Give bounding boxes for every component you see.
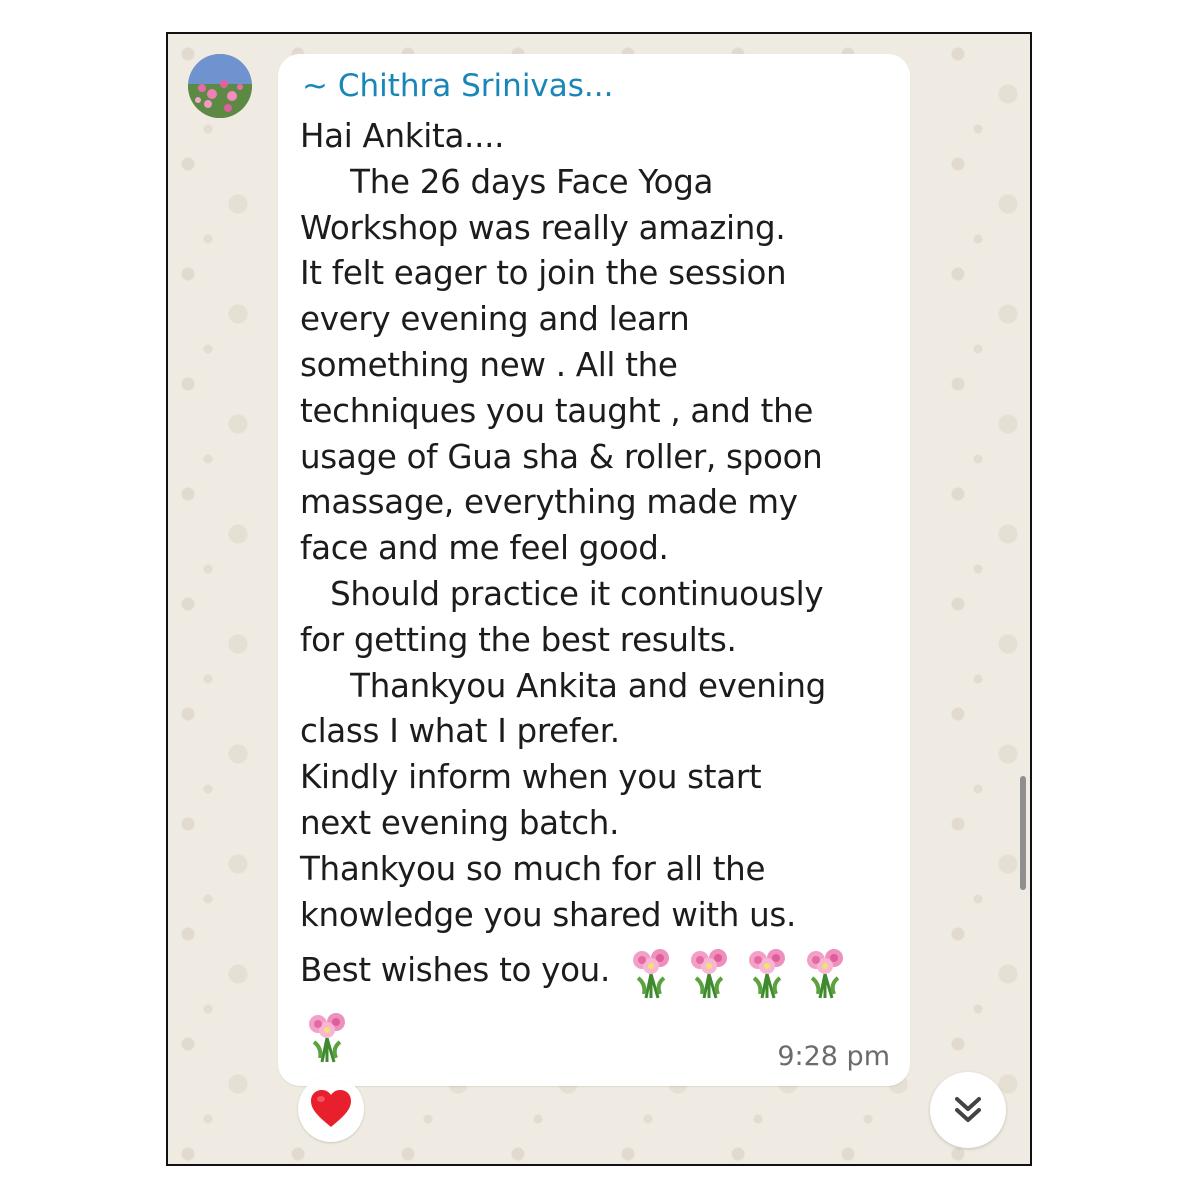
message-line: It felt eager to join the session bbox=[300, 254, 787, 293]
double-chevron-down-icon bbox=[955, 1097, 981, 1122]
message-line: Should practice it continuously bbox=[300, 574, 824, 613]
message-line: something new . All the bbox=[300, 345, 678, 384]
bouquet-icon bbox=[740, 944, 794, 1000]
message-line: Kindly inform when you start bbox=[300, 758, 762, 797]
message-line: face and me feel good. bbox=[300, 529, 669, 568]
message-line: knowledge you shared with us. bbox=[300, 895, 797, 934]
message-line: techniques you taught , and the bbox=[300, 391, 814, 430]
message-line: massage, everything made my bbox=[300, 483, 798, 522]
scroll-to-bottom-button[interactable] bbox=[930, 1072, 1006, 1148]
red-heart-icon bbox=[311, 1090, 351, 1127]
avatar-photo bbox=[188, 54, 252, 118]
message-line: next evening batch. bbox=[300, 803, 620, 842]
scrollbar-thumb[interactable] bbox=[1020, 776, 1026, 890]
message-line: Thankyou Ankita and evening bbox=[300, 666, 826, 705]
closing-line: Best wishes to you. bbox=[300, 938, 900, 999]
message-line: for getting the best results. bbox=[300, 620, 737, 659]
message-line: Workshop was really amazing. bbox=[300, 208, 786, 247]
bouquet-icon bbox=[300, 1008, 354, 1064]
message-line: Thankyou so much for all the bbox=[300, 849, 766, 888]
bouquet-icon bbox=[798, 944, 852, 1000]
message-line: The 26 days Face Yoga bbox=[300, 162, 714, 201]
bouquet-icon bbox=[624, 944, 678, 1000]
sender-name[interactable]: ~ Chithra Srinivas... bbox=[302, 68, 613, 104]
message-line: usage of Gua sha & roller, spoon bbox=[300, 437, 823, 476]
message-line: class I what I prefer. bbox=[300, 712, 620, 751]
message-timestamp: 9:28 pm bbox=[777, 1041, 890, 1072]
message-bubble[interactable]: ~ Chithra Srinivas... Hai Ankita.... The… bbox=[278, 54, 910, 1086]
bouquet-icon bbox=[682, 944, 736, 1000]
closing-text: Best wishes to you. bbox=[300, 951, 611, 990]
reaction-badge[interactable] bbox=[298, 1076, 364, 1142]
message-line: Hai Ankita.... bbox=[300, 117, 505, 155]
message-text: Hai Ankita.... The 26 days Face Yoga Wor… bbox=[300, 114, 900, 1068]
sender-avatar[interactable] bbox=[188, 54, 252, 118]
chat-screen: ~ Chithra Srinivas... Hai Ankita.... The… bbox=[166, 32, 1032, 1166]
message-line: every evening and learn bbox=[300, 300, 690, 339]
